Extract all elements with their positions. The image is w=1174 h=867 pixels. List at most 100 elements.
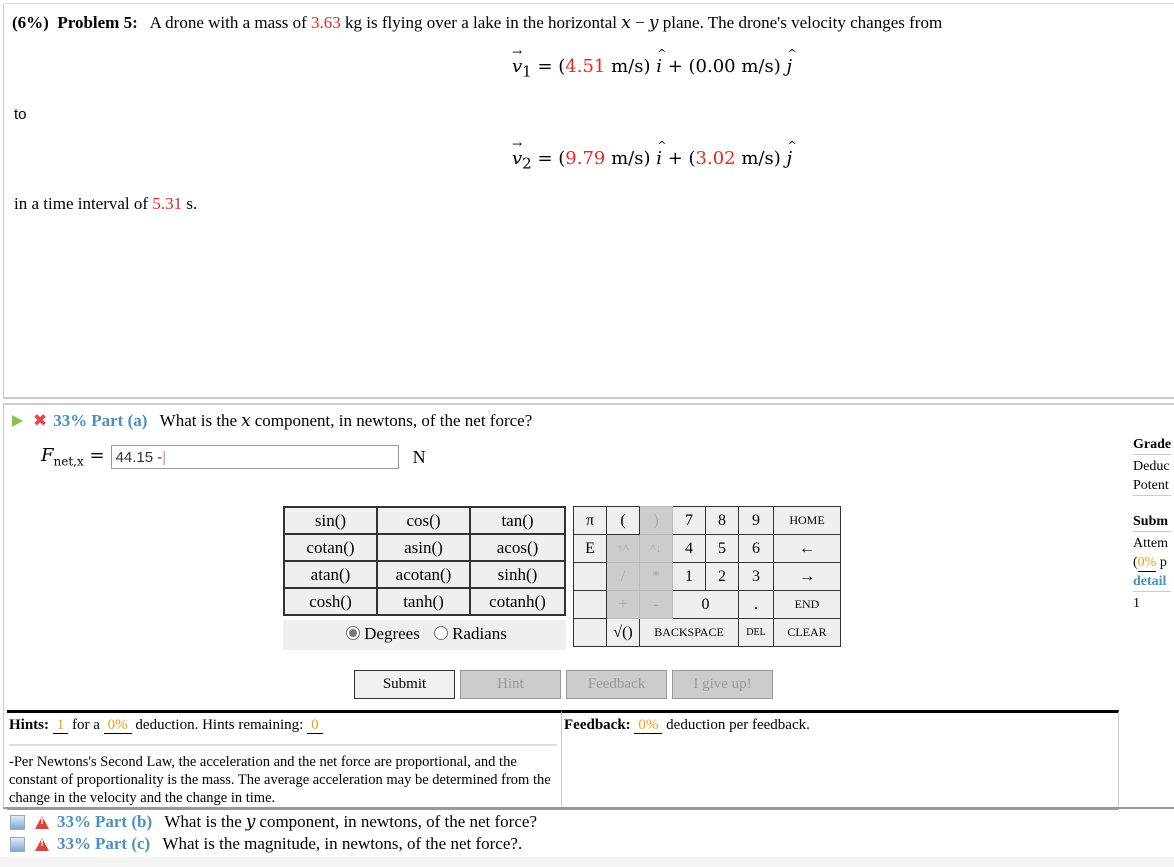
give-up-button[interactable]: I give up! (672, 670, 773, 699)
degrees-label[interactable]: Degrees (364, 624, 420, 643)
hint-text: -Per Newtons's Second Law, the accelerat… (9, 754, 551, 806)
warning-icon (35, 837, 49, 851)
question-var: x (241, 411, 251, 431)
key-exp-down[interactable]: ^↓ (639, 534, 673, 563)
answer-subscript: net,x (53, 454, 84, 469)
key-clear[interactable]: CLEAR (773, 618, 841, 647)
vector-subscript: 2 (522, 154, 532, 173)
radians-radio[interactable] (434, 626, 449, 640)
key-backspace[interactable]: BACKSPACE (639, 618, 739, 647)
unit: m/s (611, 148, 644, 169)
key-9[interactable]: 9 (738, 506, 774, 535)
key-right-paren[interactable]: ) (639, 506, 673, 535)
vector-symbol: v (512, 137, 522, 169)
key-left-arrow[interactable]: ← (773, 534, 841, 563)
submit-button[interactable]: Submit (354, 670, 455, 699)
plane-y: y (648, 13, 659, 33)
key-cosh[interactable]: cosh() (283, 587, 378, 616)
problem-label: Problem 5: (57, 13, 138, 32)
degrees-radio[interactable] (346, 626, 361, 640)
details-link[interactable]: detail (1133, 572, 1172, 592)
part-b-row[interactable]: 33% Part (b) What is the y component, in… (10, 812, 537, 832)
key-divide[interactable]: / (606, 562, 640, 591)
key-tanh[interactable]: tanh() (376, 587, 471, 616)
key-multiply[interactable]: * (639, 562, 673, 591)
key-0[interactable]: 0 (672, 590, 739, 619)
part-c-question: What is the magnitude, in newtons, of th… (162, 834, 523, 853)
key-asin[interactable]: asin() (376, 533, 471, 562)
expand-box-icon[interactable] (10, 836, 25, 852)
unit: m/s (611, 56, 644, 77)
key-8[interactable]: 8 (705, 506, 739, 535)
key-cotan[interactable]: cotan() (283, 533, 378, 562)
time-value: 5.31 (152, 194, 183, 213)
key-atan[interactable]: atan() (283, 560, 378, 589)
key-4[interactable]: 4 (672, 534, 706, 563)
grade-summary-title: Grade (1133, 435, 1172, 455)
key-right-arrow[interactable]: → (773, 562, 841, 591)
part-b-label[interactable]: Part (b) (95, 812, 152, 832)
action-buttons: Submit Hint Feedback I give up! (354, 670, 773, 699)
hints-title: Hints: (9, 717, 50, 733)
key-sqrt[interactable]: √() (606, 618, 640, 647)
key-cotanh[interactable]: cotanh() (469, 587, 566, 616)
key-blank (573, 562, 607, 591)
vector-subscript: 1 (522, 62, 532, 81)
calculator-function-keys: sin() cos() tan() cotan() asin() acos() … (283, 506, 566, 616)
footer-strip (0, 857, 1174, 867)
time-interval-text: in a time interval of 5.31 s. (14, 194, 197, 214)
answer-row: Fnet,x = 44.15 -| N (41, 445, 426, 469)
key-tan[interactable]: tan() (469, 506, 566, 535)
to-text: to (14, 106, 27, 123)
answer-unit: N (412, 446, 426, 467)
expand-box-icon[interactable] (10, 814, 25, 830)
attempts-label: Attem (1133, 536, 1168, 551)
key-2[interactable]: 2 (705, 562, 739, 591)
key-acotan[interactable]: acotan() (376, 560, 471, 589)
key-home[interactable]: HOME (773, 506, 841, 535)
v2-y-value: 3.02 (695, 148, 736, 169)
key-cos[interactable]: cos() (376, 506, 471, 535)
feedback-button[interactable]: Feedback (566, 670, 667, 699)
divider (9, 744, 557, 746)
plane-x: x (621, 13, 631, 33)
plane-dash: − (630, 13, 649, 32)
key-minus[interactable]: - (639, 590, 673, 619)
key-sin[interactable]: sin() (283, 506, 378, 535)
hints-header: Hints: 1 for a 0% deduction. Hints remai… (9, 717, 323, 734)
j-hat-icon: j (786, 47, 796, 77)
key-del[interactable]: DEL (738, 618, 774, 647)
part-a-header[interactable]: ✖ 33% Part (a) What is the x component, … (12, 411, 532, 431)
key-6[interactable]: 6 (738, 534, 774, 563)
key-pi[interactable]: π (573, 506, 607, 535)
part-c-label[interactable]: Part (c) (95, 834, 150, 854)
key-sinh[interactable]: sinh() (469, 560, 566, 589)
key-e[interactable]: E (573, 534, 607, 563)
key-plus[interactable]: + (606, 590, 640, 619)
key-exp-up[interactable]: ↑^ (606, 534, 640, 563)
v1-y-value: 0.00 (695, 56, 736, 77)
key-3[interactable]: 3 (738, 562, 774, 591)
key-acos[interactable]: acos() (469, 533, 566, 562)
key-dot[interactable]: . (738, 590, 774, 619)
submissions-title: Subm (1133, 512, 1172, 532)
part-a-percent: 33% (53, 411, 88, 430)
problem-header: (6%) Problem 5: A drone with a mass of 3… (12, 13, 942, 33)
key-1[interactable]: 1 (672, 562, 706, 591)
part-a-question: What is the (159, 411, 238, 430)
key-left-paren[interactable]: ( (606, 506, 640, 535)
feedback-header: Feedback: 0% deduction per feedback. (564, 717, 810, 734)
equals-sign: = (89, 445, 105, 467)
attempt-count: 1 (1133, 596, 1140, 611)
key-7[interactable]: 7 (672, 506, 706, 535)
key-5[interactable]: 5 (705, 534, 739, 563)
radians-label[interactable]: Radians (452, 624, 507, 643)
play-icon[interactable] (12, 415, 23, 427)
answer-value: 44.15 - (115, 449, 163, 466)
part-c-row[interactable]: 33% Part (c) What is the magnitude, in n… (10, 834, 522, 854)
hint-button[interactable]: Hint (460, 670, 561, 699)
key-end[interactable]: END (773, 590, 841, 619)
warning-icon (35, 815, 49, 829)
v1-x-value: 4.51 (565, 56, 606, 77)
answer-input[interactable]: 44.15 -| (110, 445, 399, 469)
